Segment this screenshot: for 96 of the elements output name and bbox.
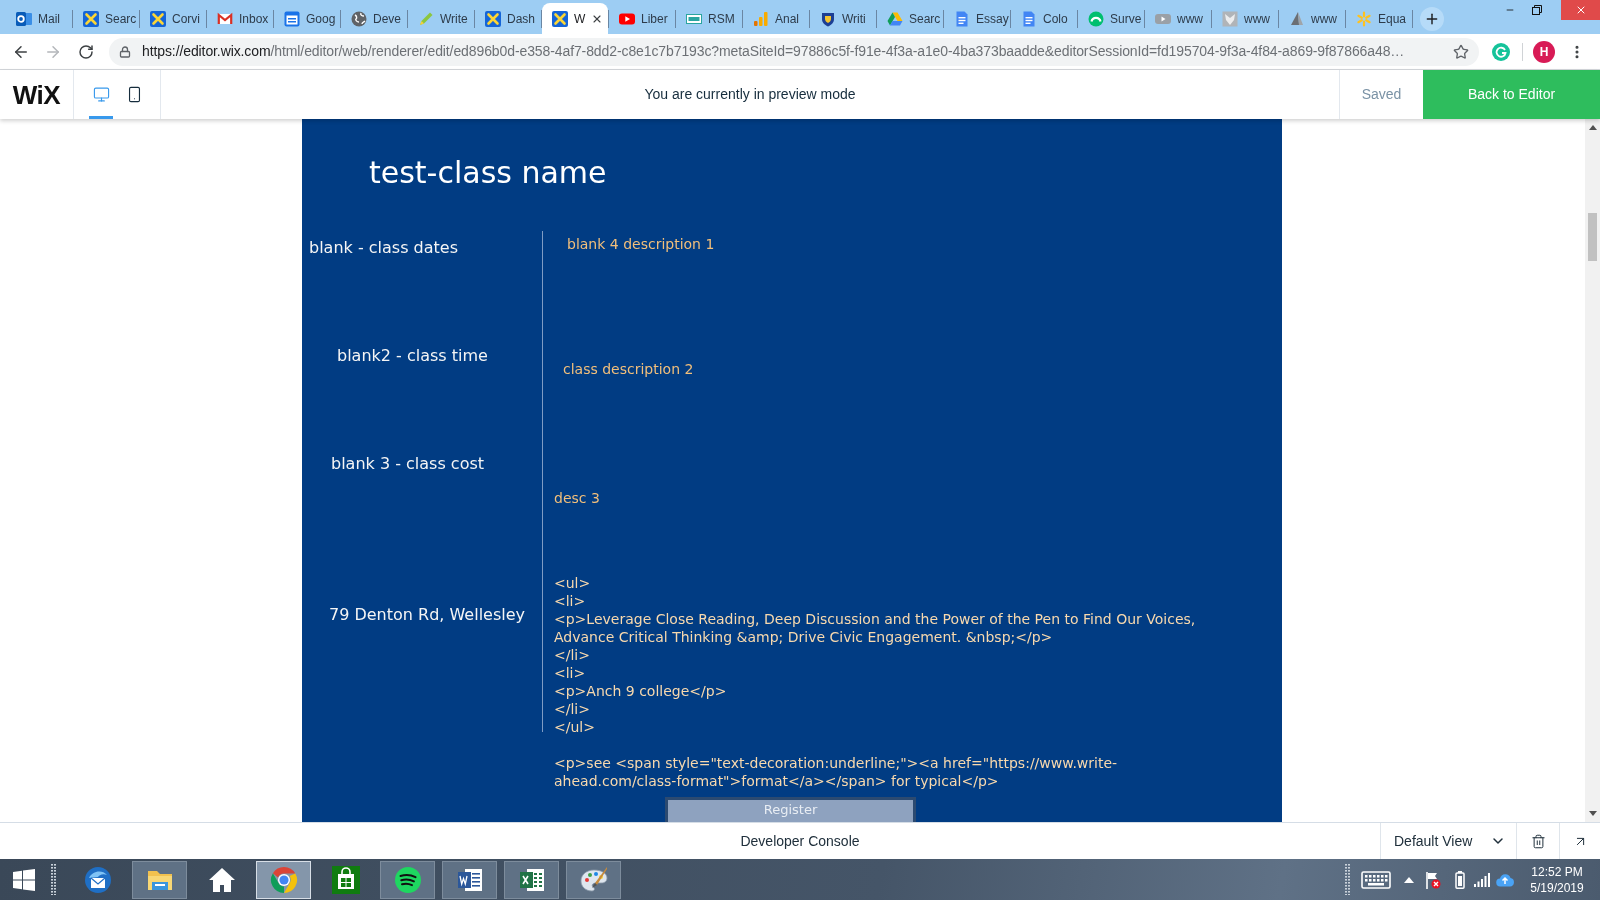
x-tile-icon [485, 10, 501, 27]
class-detail-text: blank - class dates [309, 238, 458, 258]
circle-icon [1088, 10, 1104, 27]
browser-tab[interactable]: Searc [877, 3, 943, 34]
code-text: </li> [554, 700, 590, 718]
browser-tab[interactable]: Writi [810, 3, 876, 34]
keyboard-icon[interactable] [1361, 870, 1391, 889]
class-detail-text: blank2 - class time [337, 346, 488, 366]
spark-icon [1356, 10, 1372, 27]
address-field[interactable]: https://editor.wix.com/html/editor/web/renderer/edit/ed896b0d-e358-4af7-8dd2-c8e1c7b7193c?metaSiteId=97886c5f-f91e-4f3a-a1e0-4ba373baadde&editorSessionId=fd195704-9f3a-4f84-a869-9f87866a48… [109, 37, 1479, 66]
description-text: blank 4 description 1 [567, 235, 715, 253]
class-detail-text: 79 Denton Rd, Wellesley [329, 605, 526, 625]
calendar-icon [284, 10, 300, 27]
bar-chart-icon [753, 10, 769, 27]
x-tile-icon [83, 10, 99, 27]
code-text: <p>Leverage Close Reading, Deep Discussion and the Power of the Pen to Find Our Voices, Advance Critical Thinking &amp; Drive Civic Engagement. &nbsp;</p> [554, 610, 1197, 646]
reload-icon [78, 43, 94, 60]
palette-icon [579, 865, 608, 894]
browser-tab[interactable]: www [1212, 3, 1278, 34]
code-text: <ul> [554, 574, 591, 592]
code-text: <p>see <span style="text-decoration:underline;"><a href="https://www.write-ahead.com/class-format">format</a></span> for typical</p> [554, 754, 1119, 790]
browser-tab[interactable]: Anal [743, 3, 809, 34]
code-text: <p>Anch 9 college</p> [554, 682, 727, 700]
browser-tab[interactable]: Equa [1346, 3, 1412, 34]
browser-tab[interactable]: Mail [6, 3, 72, 34]
browser-tab[interactable]: Liber [609, 3, 675, 34]
taskbar-app[interactable] [442, 860, 497, 899]
browser-tab[interactable]: www [1145, 3, 1211, 34]
class-detail-text: blank 3 - class cost [331, 454, 485, 474]
new-tab-button[interactable] [1420, 6, 1444, 31]
document-icon [1021, 10, 1037, 27]
restore-icon [1532, 5, 1542, 15]
browser-icon [269, 865, 298, 894]
browser-tab[interactable]: Dash [475, 3, 541, 34]
browser-tab[interactable]: www [1279, 3, 1345, 34]
code-text: </ul> [554, 718, 595, 736]
scroll-up-icon[interactable] [1588, 125, 1597, 130]
browser-tab[interactable]: Inbox [207, 3, 273, 34]
browser-tab[interactable]: W [542, 3, 608, 34]
pencil-icon [418, 10, 434, 27]
browser-tab[interactable]: Write [408, 3, 474, 34]
browser-tab[interactable]: Deve [341, 3, 407, 34]
shield-icon [820, 10, 836, 27]
description-text: desc 3 [554, 489, 600, 507]
ring-tile-icon [16, 10, 32, 27]
caret-up-icon[interactable] [1404, 876, 1414, 883]
windows-icon [13, 868, 35, 891]
x-tile-icon [150, 10, 166, 27]
grip-icon [51, 864, 56, 895]
crest-icon [1222, 10, 1238, 27]
code-text: <li> [554, 592, 586, 610]
store-bag-icon [331, 865, 360, 894]
developer-console-label[interactable]: Developer Console [740, 830, 860, 852]
browser-tab[interactable]: Essay [944, 3, 1010, 34]
battery-icon[interactable] [1455, 870, 1465, 889]
logo: WiX [12, 79, 61, 110]
grip-icon [1345, 864, 1350, 895]
taskbar-app[interactable] [566, 860, 621, 899]
clock-date: 5/19/2019 [1530, 879, 1584, 896]
x-tile-icon [552, 10, 568, 27]
code-text: </li> [554, 646, 590, 664]
trash-icon [1530, 833, 1546, 849]
music-icon [393, 865, 422, 894]
description-text: class description 2 [563, 360, 694, 378]
browser-tab[interactable]: Searc [73, 3, 139, 34]
scroll-down-icon[interactable] [1588, 811, 1597, 816]
signal-icon[interactable] [1474, 872, 1490, 887]
home-icon [207, 865, 236, 894]
browser-tab[interactable]: Goog [274, 3, 340, 34]
mail-icon [83, 865, 112, 894]
preview-mode-message: You are currently in preview mode [644, 85, 856, 104]
taskbar-app[interactable] [380, 860, 435, 899]
cloud-upload-icon[interactable] [1496, 872, 1514, 887]
browser-tab[interactable]: Corvi [140, 3, 206, 34]
browser-tab[interactable]: Surve [1078, 3, 1144, 34]
browser-tab[interactable]: Colo [1011, 3, 1077, 34]
profile-avatar[interactable]: H [1533, 40, 1555, 63]
document-icon [954, 10, 970, 27]
triangle-icon [887, 10, 903, 27]
star-icon [1453, 43, 1469, 60]
circle-arc-icon [1495, 45, 1507, 58]
scrollbar[interactable] [1585, 119, 1600, 822]
taskbar-app[interactable] [132, 860, 187, 899]
envelope-icon [217, 10, 233, 27]
save-status: Saved [1361, 85, 1402, 104]
fin-icon [1289, 10, 1305, 27]
page-title: test-class name [369, 155, 607, 191]
clock-time: 12:52 PM [1531, 863, 1583, 880]
lock-icon [119, 45, 131, 58]
desktop-icon [92, 86, 110, 103]
browser-tab[interactable]: RSM [676, 3, 742, 34]
scrollbar-thumb[interactable] [1588, 213, 1597, 261]
taskbar-app[interactable] [504, 860, 559, 899]
globe-icon [351, 10, 367, 27]
flag-icon[interactable] [1425, 870, 1441, 889]
code-text: <li> [554, 664, 586, 682]
